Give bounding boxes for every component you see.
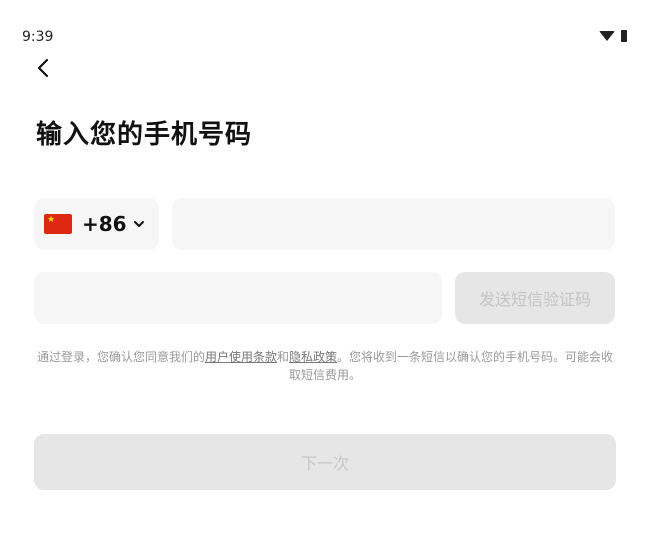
user-terms-link[interactable]: 用户使用条款 — [205, 350, 277, 364]
status-time: 9:39 — [22, 29, 54, 45]
privacy-policy-link[interactable]: 隐私政策 — [289, 350, 337, 364]
terms-prefix: 通过登录，您确认您同意我们的 — [36, 350, 205, 364]
status-bar: 9:39 — [0, 0, 647, 50]
wifi-icon — [599, 31, 615, 41]
next-button[interactable]: 下一次 — [34, 434, 616, 490]
china-flag-icon: ★ — [44, 214, 72, 234]
country-code-selector[interactable]: ★ +86 — [34, 198, 159, 250]
country-code: +86 — [82, 212, 127, 236]
terms-notice: 通过登录，您确认您同意我们的用户使用条款和隐私政策。您将收到一条短信以确认您的手… — [34, 348, 616, 384]
chevron-down-icon — [133, 221, 144, 227]
terms-suffix: 。您将收到一条短信以确认您的手机号码。可能会收取短信费用。 — [288, 350, 614, 382]
terms-and: 和 — [276, 350, 289, 364]
battery-icon — [621, 30, 627, 42]
chevron-left-icon — [37, 58, 49, 78]
back-button[interactable] — [30, 54, 58, 82]
page-title: 输入您的手机号码 — [36, 120, 253, 150]
verification-code-input[interactable] — [34, 272, 442, 324]
send-sms-code-button[interactable]: 发送短信验证码 — [455, 272, 615, 324]
status-icons — [599, 30, 627, 42]
phone-number-input[interactable] — [172, 198, 615, 250]
